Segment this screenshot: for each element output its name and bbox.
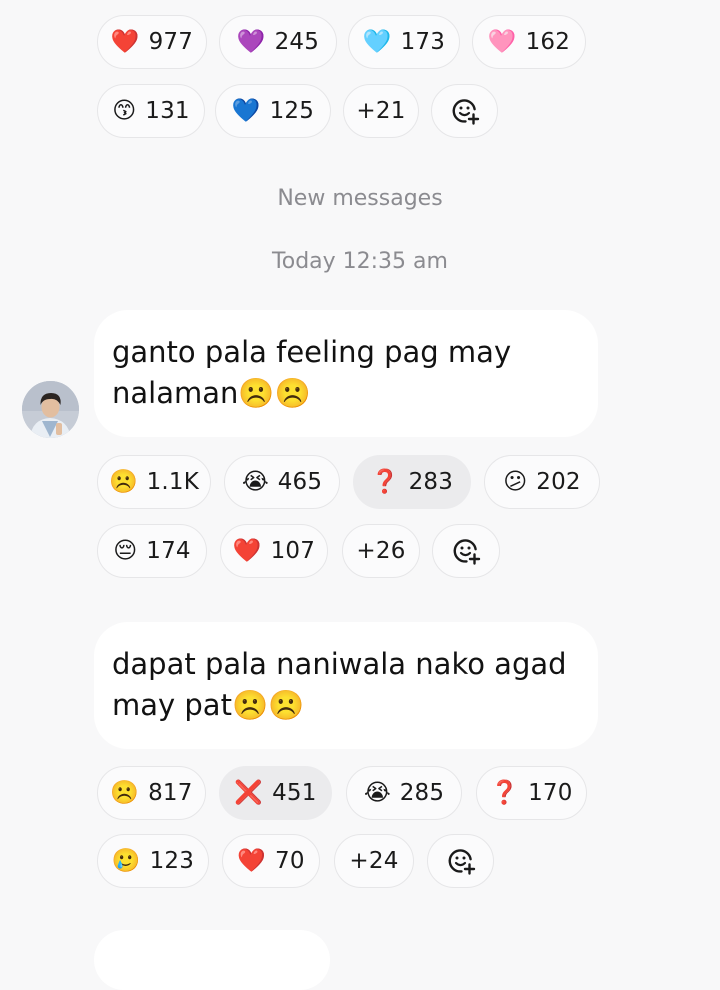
more-reactions-button[interactable]: +26 [342, 524, 420, 578]
reaction-count: 162 [525, 29, 571, 55]
message-bubble-partial[interactable] [94, 930, 330, 990]
reaction-light-blue-heart[interactable]: 🩵 173 [348, 15, 460, 69]
frowning-face-emoji-icon: ☹️☹️ [238, 376, 311, 410]
message-bubble[interactable]: ganto pala feeling pag may nalaman☹️☹️ [94, 310, 598, 437]
message-bubble[interactable]: dapat pala naniwala nako agad may pat☹️☹… [94, 622, 598, 749]
reaction-count: 451 [272, 780, 317, 806]
reaction-count: 465 [277, 469, 323, 495]
more-reactions-button[interactable]: +24 [334, 834, 414, 888]
frowning-face-emoji-icon: ☹️☹️ [231, 688, 305, 722]
reaction-count: 123 [149, 848, 195, 874]
reaction-confused-face[interactable]: 😕 202 [484, 455, 600, 509]
reaction-count: 70 [274, 848, 305, 874]
more-reactions-count: +26 [356, 538, 406, 564]
frowning-face-emoji-icon: ☹️ [108, 468, 138, 495]
red-heart-emoji-icon: ❤️ [237, 847, 266, 874]
reaction-frowning-face[interactable]: ☹️ 1.1K [97, 455, 211, 509]
reaction-frowning-face[interactable]: ☹️ 817 [97, 766, 206, 820]
reaction-count: 283 [408, 469, 454, 495]
reaction-heart[interactable]: ❤️ 70 [222, 834, 320, 888]
question-mark-emoji-icon: ❓ [490, 779, 520, 806]
reaction-count: 131 [145, 98, 190, 124]
avatar-image [22, 381, 79, 438]
reaction-count: 817 [148, 780, 193, 806]
reaction-question-mark[interactable]: ❓ 283 [353, 455, 471, 509]
reaction-count: 1.1K [146, 469, 200, 495]
crying-face-emoji-icon: 😭 [241, 468, 269, 495]
add-reaction-button[interactable] [427, 834, 494, 888]
avatar[interactable] [22, 381, 79, 438]
red-heart-emoji-icon: ❤️ [232, 537, 262, 564]
add-reaction-icon [453, 539, 481, 565]
add-reaction-icon [452, 99, 479, 125]
reaction-cross-mark[interactable]: ❌ 451 [219, 766, 332, 820]
reaction-crying-face[interactable]: 😭 285 [346, 766, 462, 820]
reaction-count: 107 [270, 538, 316, 564]
reaction-count: 125 [269, 98, 315, 124]
question-mark-emoji-icon: ❓ [370, 468, 400, 495]
add-reaction-button[interactable] [432, 524, 500, 578]
reaction-count: 285 [399, 780, 445, 806]
add-reaction-icon [448, 849, 475, 875]
blue-heart-emoji-icon: 💙 [231, 97, 261, 124]
red-heart-emoji-icon: ❤️ [110, 28, 140, 55]
kissing-face-emoji-icon: 😙 [112, 97, 137, 124]
more-reactions-count: +24 [349, 848, 399, 874]
reaction-count: 245 [274, 29, 320, 55]
confused-face-emoji-icon: 😕 [503, 468, 528, 495]
pink-heart-emoji-icon: 🩷 [487, 28, 517, 55]
reaction-count: 977 [148, 29, 194, 55]
reaction-purple-heart[interactable]: 💜 245 [219, 15, 337, 69]
reaction-smiling-tear-face[interactable]: 🥲 123 [97, 834, 209, 888]
message-text-line: ganto pala feeling pag may [112, 335, 512, 369]
timestamp: Today 12:35 am [272, 249, 448, 274]
new-messages-divider: New messages [277, 186, 443, 211]
reaction-kissing-face[interactable]: 😙 131 [97, 84, 205, 138]
reaction-question-mark[interactable]: ❓ 170 [476, 766, 587, 820]
reaction-heart[interactable]: ❤️ 977 [97, 15, 207, 69]
add-reaction-button[interactable] [431, 84, 498, 138]
reaction-crying-face[interactable]: 😭 465 [224, 455, 340, 509]
message-text-line: may pat☹️☹️ [112, 685, 582, 726]
reaction-heart[interactable]: ❤️ 107 [220, 524, 328, 578]
more-reactions-button[interactable]: +21 [343, 84, 419, 138]
message-text: may pat [112, 688, 232, 722]
purple-heart-emoji-icon: 💜 [236, 28, 266, 55]
crying-face-emoji-icon: 😭 [363, 779, 391, 806]
message-text: nalaman [112, 376, 239, 410]
reaction-count: 173 [400, 29, 446, 55]
message-text-line: nalaman☹️☹️ [112, 373, 582, 414]
reaction-count: 202 [536, 469, 581, 495]
reaction-pink-heart[interactable]: 🩷 162 [472, 15, 586, 69]
frowning-face-emoji-icon: ☹️ [110, 779, 140, 806]
smiling-tear-emoji-icon: 🥲 [111, 847, 141, 874]
reaction-count: 170 [528, 780, 573, 806]
reaction-pensive-face[interactable]: 😔 174 [97, 524, 207, 578]
reaction-blue-heart[interactable]: 💙 125 [215, 84, 331, 138]
more-reactions-count: +21 [356, 98, 406, 124]
message-text-line: dapat pala naniwala nako agad [112, 647, 567, 681]
pensive-face-emoji-icon: 😔 [113, 537, 138, 564]
cross-mark-emoji-icon: ❌ [234, 779, 264, 806]
light-blue-heart-emoji-icon: 🩵 [362, 28, 392, 55]
reaction-count: 174 [146, 538, 191, 564]
